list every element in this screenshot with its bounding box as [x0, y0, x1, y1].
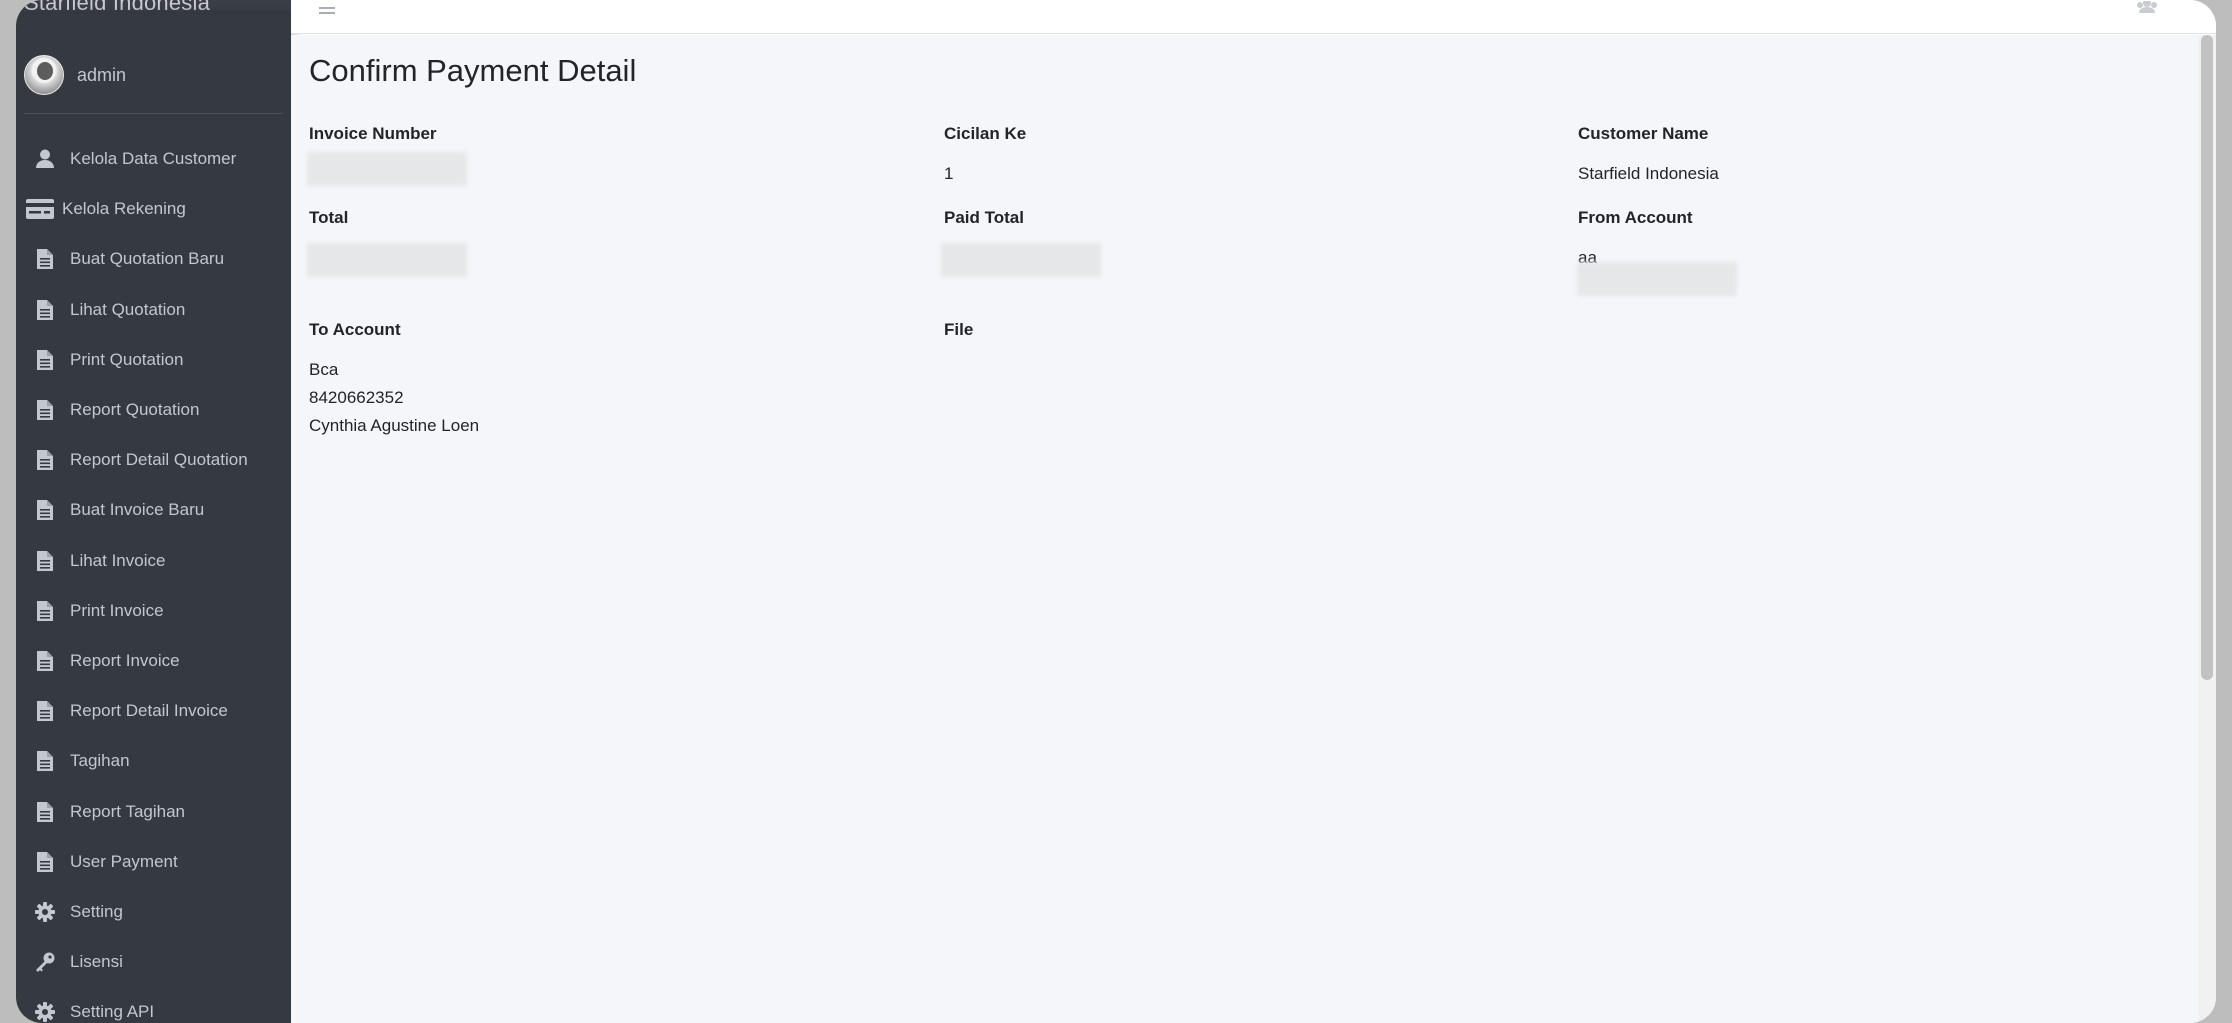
file-icon — [30, 449, 60, 471]
gear-icon — [30, 1001, 60, 1023]
user-icon — [30, 148, 60, 170]
field-label: Paid Total — [944, 208, 1024, 227]
field-label: From Account — [1578, 208, 1693, 227]
field-customer-name: Customer Name Starfield Indonesia — [1578, 124, 1719, 188]
field-to-account: To Account Bca 8420662352 Cynthia Agusti… — [309, 320, 479, 440]
file-icon — [30, 801, 60, 823]
file-icon — [30, 550, 60, 572]
topbar — [291, 0, 2216, 34]
file-icon — [30, 650, 60, 672]
file-icon — [30, 248, 60, 270]
sidebar-item-setting-api[interactable]: Setting API — [16, 987, 291, 1023]
sidebar-item-label: Kelola Data Customer — [70, 149, 237, 169]
avatar — [24, 55, 64, 95]
screen-frame: Starfield Indonesia admin Kelola Data Cu… — [0, 0, 2232, 1023]
to-account-holder: Cynthia Agustine Loen — [309, 416, 480, 435]
credit-card-icon — [26, 198, 54, 220]
sidebar: admin Kelola Data Customer Kelola Rekeni… — [16, 14, 291, 1023]
to-account-number: 8420662352 — [309, 388, 404, 407]
browser-window: Starfield Indonesia admin Kelola Data Cu… — [16, 0, 2216, 1023]
field-value: 1 — [944, 164, 954, 183]
gear-icon — [30, 901, 60, 923]
sidebar-item-setting[interactable]: Setting — [16, 887, 291, 937]
sidebar-item-label: Report Quotation — [70, 400, 200, 420]
sidebar-item-label: Tagihan — [70, 751, 130, 771]
sidebar-item-label: Lisensi — [70, 952, 123, 972]
sidebar-item-report-detail-invoice[interactable]: Report Detail Invoice — [16, 686, 291, 736]
page-title: Confirm Payment Detail — [309, 53, 637, 88]
users-icon[interactable] — [2136, 0, 2158, 13]
sidebar-item-buat-quotation-baru[interactable]: Buat Quotation Baru — [16, 234, 291, 284]
file-icon — [30, 399, 60, 421]
sidebar-item-kelola-rekening[interactable]: Kelola Rekening — [16, 184, 291, 234]
sidebar-item-label: Kelola Rekening — [62, 199, 186, 219]
field-total: Total — [309, 208, 348, 228]
redacted-value — [1577, 262, 1737, 296]
redacted-value — [307, 152, 467, 186]
field-label: Invoice Number — [309, 124, 437, 143]
sidebar-item-lihat-invoice[interactable]: Lihat Invoice — [16, 536, 291, 586]
sidebar-item-tagihan[interactable]: Tagihan — [16, 736, 291, 786]
file-icon — [30, 499, 60, 521]
file-icon — [30, 851, 60, 873]
field-value: Bca 8420662352 Cynthia Agustine Loen — [309, 356, 479, 440]
sidebar-item-lisensi[interactable]: Lisensi — [16, 937, 291, 987]
sidebar-item-label: Lihat Quotation — [70, 299, 186, 319]
sidebar-item-label: Buat Invoice Baru — [70, 500, 205, 520]
sidebar-item-label: Buat Quotation Baru — [70, 249, 225, 269]
sidebar-item-label: Print Invoice — [70, 600, 164, 620]
field-cicilan-ke: Cicilan Ke 1 — [944, 124, 1026, 188]
sidebar-item-lihat-quotation[interactable]: Lihat Quotation — [16, 285, 291, 335]
sidebar-item-print-invoice[interactable]: Print Invoice — [16, 586, 291, 636]
field-label: Total — [309, 208, 349, 227]
file-icon — [30, 299, 60, 321]
scrollbar-thumb[interactable] — [2201, 35, 2213, 680]
field-label: File — [944, 320, 974, 339]
sidebar-item-label: Lihat Invoice — [70, 550, 166, 570]
sidebar-item-label: Report Detail Invoice — [70, 701, 228, 721]
sidebar-item-kelola-data-customer[interactable]: Kelola Data Customer — [16, 134, 291, 184]
sidebar-item-report-invoice[interactable]: Report Invoice — [16, 636, 291, 686]
redacted-value — [307, 243, 467, 277]
field-paid-total: Paid Total — [944, 208, 1024, 228]
user-panel[interactable]: admin — [24, 14, 283, 114]
sidebar-item-label: User Payment — [70, 851, 178, 871]
sidebar-item-label: Setting — [70, 901, 123, 921]
sidebar-item-report-quotation[interactable]: Report Quotation — [16, 385, 291, 435]
sidebar-nav: Kelola Data Customer Kelola Rekening Bua… — [16, 134, 291, 1023]
sidebar-item-label: Report Detail Quotation — [70, 450, 248, 470]
redacted-value — [941, 243, 1101, 277]
file-icon — [30, 349, 60, 371]
main-content: Confirm Payment Detail Invoice Number Ci… — [291, 35, 2216, 1023]
sidebar-item-report-tagihan[interactable]: Report Tagihan — [16, 786, 291, 836]
field-file: File — [944, 320, 973, 340]
user-name: admin — [77, 65, 127, 85]
to-account-bank: Bca — [309, 360, 339, 379]
sidebar-item-report-detail-quotation[interactable]: Report Detail Quotation — [16, 435, 291, 485]
scrollbar[interactable] — [2198, 35, 2216, 1023]
file-icon — [30, 700, 60, 722]
sidebar-item-label: Print Quotation — [70, 349, 184, 369]
field-label: To Account — [309, 320, 401, 339]
file-icon — [30, 600, 60, 622]
brand-title: Starfield Indonesia — [24, 0, 211, 14]
key-icon — [30, 951, 60, 973]
field-invoice-number: Invoice Number — [309, 124, 437, 144]
file-icon — [30, 750, 60, 772]
field-label: Cicilan Ke — [944, 124, 1027, 143]
sidebar-item-label: Report Tagihan — [70, 801, 185, 821]
brand-bar[interactable]: Starfield Indonesia — [16, 0, 291, 14]
hamburger-icon[interactable] — [319, 0, 335, 23]
field-value: Starfield Indonesia — [1578, 164, 1719, 183]
field-label: Customer Name — [1578, 124, 1709, 143]
sidebar-item-user-payment[interactable]: User Payment — [16, 837, 291, 887]
sidebar-item-print-quotation[interactable]: Print Quotation — [16, 335, 291, 385]
sidebar-item-label: Setting API — [70, 1002, 155, 1022]
sidebar-item-buat-invoice-baru[interactable]: Buat Invoice Baru — [16, 485, 291, 535]
sidebar-item-label: Report Invoice — [70, 650, 180, 670]
